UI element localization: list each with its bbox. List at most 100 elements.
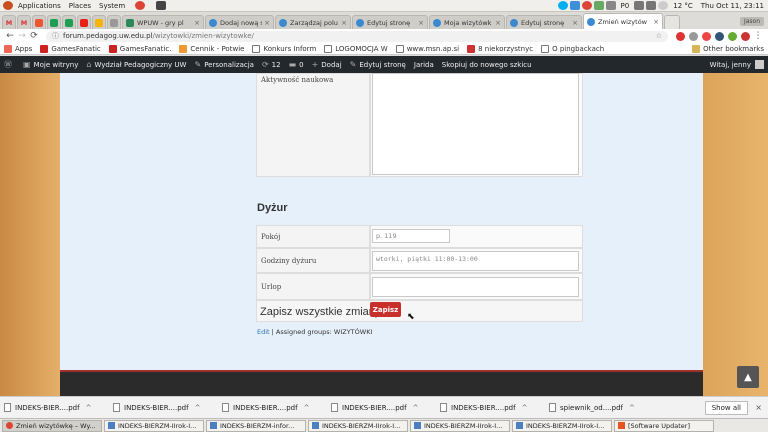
tab-zarzadzaj[interactable]: Zarządzaj polu × [275, 15, 351, 29]
adblock-icon[interactable] [676, 31, 685, 41]
chevron-up-icon[interactable]: ^ [629, 404, 635, 412]
taskbar-window[interactable]: Zmień wizytówkę – Wy... [2, 419, 102, 432]
clock[interactable]: Thu Oct 11, 23:11 [697, 2, 768, 10]
comments-link[interactable]: ▬ 0 [289, 60, 304, 69]
chrome-indicator-icon[interactable] [581, 1, 592, 10]
bookmark-konkurs[interactable]: Konkurs Inform [252, 44, 316, 53]
taskbar-window[interactable]: INDEKS-BIERZM-IIrok-I... [410, 419, 510, 432]
forward-icon[interactable]: → [16, 31, 28, 41]
tab-gmail[interactable]: M [2, 15, 16, 29]
skype-icon[interactable] [557, 1, 568, 10]
close-icon[interactable]: × [755, 403, 762, 412]
updates-link[interactable]: ⟳ 12 [262, 60, 281, 69]
download-item[interactable]: INDEKS-BIER....pdf ^ [4, 403, 113, 412]
network-icon[interactable] [634, 1, 645, 10]
chat-icon[interactable] [593, 1, 604, 10]
close-icon[interactable]: × [495, 19, 501, 27]
info-icon[interactable]: ⓘ [52, 31, 59, 41]
my-sites-menu[interactable]: ▣ Moje witryny [23, 60, 78, 69]
download-item[interactable]: INDEKS-BIER....pdf ^ [113, 403, 222, 412]
bookmark-pingbackach[interactable]: O pingbackach [541, 44, 604, 53]
tab-sheets[interactable] [47, 15, 61, 29]
tab-dodaj[interactable]: Dodaj nową st × [205, 15, 274, 29]
tab-youtube[interactable] [77, 15, 91, 29]
extension-3-icon[interactable] [728, 31, 737, 41]
research-textarea[interactable] [372, 73, 579, 175]
terminal-launcher-icon[interactable] [156, 1, 167, 10]
menu-icon[interactable]: ⋮ [752, 31, 764, 41]
close-icon[interactable]: × [572, 19, 578, 27]
weather-temp[interactable]: 12 °C [669, 2, 697, 10]
taskbar-window[interactable]: [Software Updater] [614, 419, 714, 432]
download-item[interactable]: INDEKS-BIER....pdf ^ [222, 403, 331, 412]
show-all-button[interactable]: Show all [704, 400, 748, 415]
wordpress-logo[interactable]: Ⓦ [4, 59, 15, 70]
back-icon[interactable]: ← [4, 31, 16, 41]
tab-wpuw[interactable]: WPUW - gry pl × [122, 15, 204, 29]
tab-mail[interactable] [32, 15, 46, 29]
applications-menu[interactable]: Applications [14, 2, 65, 10]
close-icon[interactable]: × [341, 19, 347, 27]
reload-icon[interactable]: ⟳ [28, 31, 40, 41]
places-menu[interactable]: Places [65, 2, 95, 10]
taskbar-window[interactable]: INDEKS-BIERZM-IIrok-I... [512, 419, 612, 432]
bookmark-logomocja[interactable]: LOGOMOCJA W [324, 44, 388, 53]
other-bookmarks[interactable]: Other bookmarks [692, 44, 764, 53]
star-icon[interactable]: ☆ [656, 32, 662, 40]
tab-moja-wizytowka[interactable]: Moja wizytówk × [429, 15, 505, 29]
volume-icon[interactable] [646, 1, 657, 10]
account-menu[interactable]: Witaj, jenny [710, 60, 764, 69]
close-icon[interactable]: × [194, 19, 200, 27]
bookmark-cennik[interactable]: Cennik - Potwie [179, 44, 244, 53]
tab-drive[interactable] [92, 15, 106, 29]
taskbar-window[interactable]: INDEKS-BIERZM-IIrok-I... [308, 419, 408, 432]
keyboard-layout-indicator[interactable]: P0 [617, 2, 634, 10]
site-name-menu[interactable]: ⌂ Wydział Pedagogiczny UW [86, 60, 186, 69]
pocket-icon[interactable] [702, 31, 711, 41]
room-input[interactable]: p. 119 [372, 229, 450, 243]
bookmark-msn[interactable]: www.msn.ap.si [395, 44, 459, 53]
download-item[interactable]: INDEKS-BIER....pdf ^ [331, 403, 440, 412]
url-field[interactable]: ⓘ forum.pedagog.uw.edu.pl/wizytowki/zmie… [46, 30, 668, 42]
system-menu[interactable]: System [95, 2, 129, 10]
close-icon[interactable]: × [418, 19, 424, 27]
tab-zmien-wizytowke[interactable]: Zmień wizytów × [583, 13, 663, 29]
dropbox-icon[interactable] [569, 1, 580, 10]
edit-link[interactable]: Edit [257, 328, 270, 336]
copy-draft-link[interactable]: Skopiuj do nowego szkicu [442, 61, 532, 69]
profile-badge[interactable]: Jason [739, 17, 764, 26]
chrome-launcher-icon[interactable] [135, 1, 146, 10]
leave-textarea[interactable] [372, 277, 579, 297]
add-new-menu[interactable]: + Dodaj [312, 60, 342, 69]
tab-page[interactable] [107, 15, 121, 29]
taskbar-window[interactable]: INDEKS-BIERZM-IIrok-I... [104, 419, 204, 432]
extension-icon[interactable] [689, 31, 698, 41]
tab-edytuj[interactable]: Edytuj stronę × [352, 15, 428, 29]
extension-2-icon[interactable] [715, 31, 724, 41]
close-icon[interactable]: × [653, 18, 659, 26]
extension-4-icon[interactable] [741, 31, 750, 41]
edit-page-link[interactable]: ✎ Edytuj stronę [350, 60, 406, 69]
download-item[interactable]: spiewnik_od....pdf ^ [549, 403, 658, 412]
bookmark-niekorzystnych[interactable]: 8 niekorzystnyc [467, 44, 533, 53]
tab-edytuj-2[interactable]: Edytuj stronę × [506, 15, 582, 29]
chevron-up-icon[interactable]: ^ [195, 404, 201, 412]
chevron-up-icon[interactable]: ^ [86, 404, 92, 412]
close-icon[interactable]: × [264, 19, 270, 27]
bookmark-apps[interactable]: Apps [4, 44, 32, 53]
chevron-up-icon[interactable]: ^ [304, 404, 310, 412]
save-button[interactable]: Zapisz [370, 302, 401, 317]
tab-sheets-2[interactable] [62, 15, 76, 29]
chevron-up-icon[interactable]: ^ [413, 404, 419, 412]
hours-textarea[interactable]: wtorki, piątki 11:00-13:00 [372, 251, 579, 271]
taskbar-window[interactable]: INDEKS-BIERZM-infor... [206, 419, 306, 432]
bookmark-gamesfanatic-2[interactable]: GamesFanatic. [108, 44, 171, 53]
bookmark-gamesfanatic[interactable]: GamesFanatic [40, 44, 101, 53]
new-tab-button[interactable] [664, 15, 680, 29]
scroll-top-button[interactable]: ▲ [737, 366, 759, 388]
settings-indicator-icon[interactable] [605, 1, 616, 10]
customize-link[interactable]: ✎ Personalizacja [194, 60, 253, 69]
download-item[interactable]: INDEKS-BIER....pdf ^ [440, 403, 549, 412]
jarida-link[interactable]: Jarida [414, 61, 434, 69]
chevron-up-icon[interactable]: ^ [522, 404, 528, 412]
